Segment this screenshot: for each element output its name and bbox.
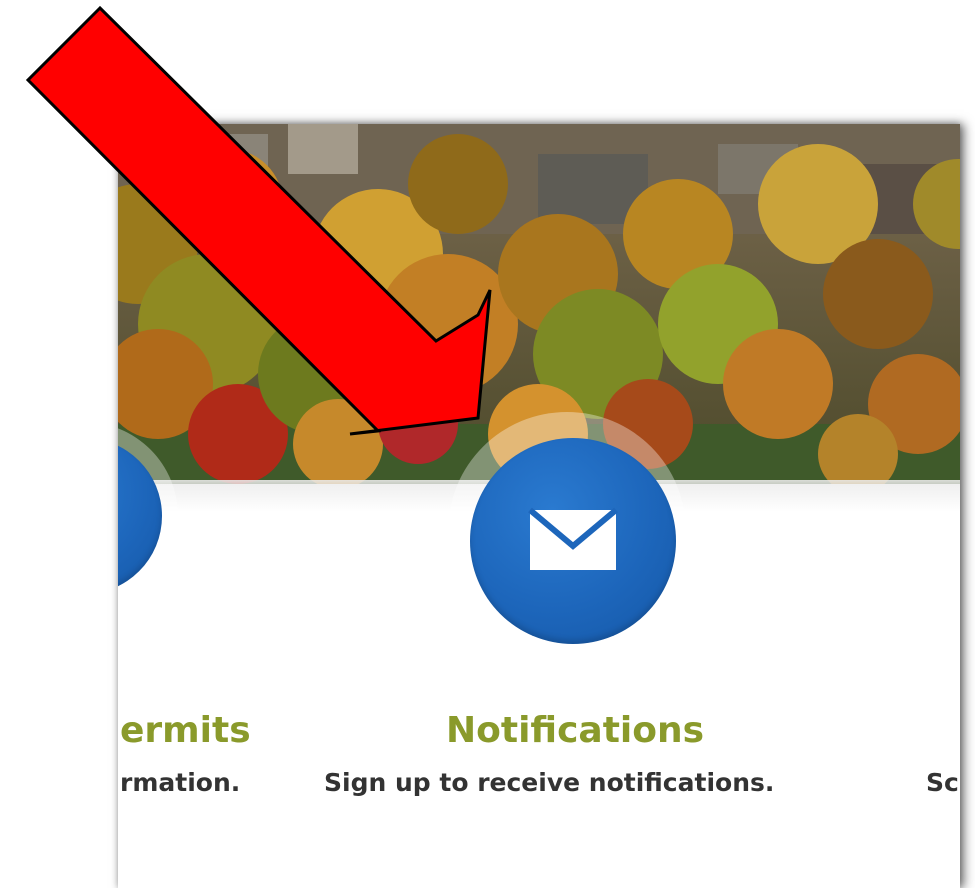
tile-description-notifications: Sign up to receive notifications.: [324, 768, 775, 797]
tile-title-permits[interactable]: ermits: [120, 710, 251, 751]
notifications-icon-circle[interactable]: [470, 438, 676, 644]
tile-title-notifications[interactable]: Notifications: [446, 710, 704, 751]
tile-description-third: Sc: [926, 768, 959, 797]
tile-description-permits: rmation.: [120, 768, 241, 797]
content-panel: ermits rmation. Notifications Sign up to…: [118, 124, 960, 888]
envelope-icon: [528, 507, 618, 570]
